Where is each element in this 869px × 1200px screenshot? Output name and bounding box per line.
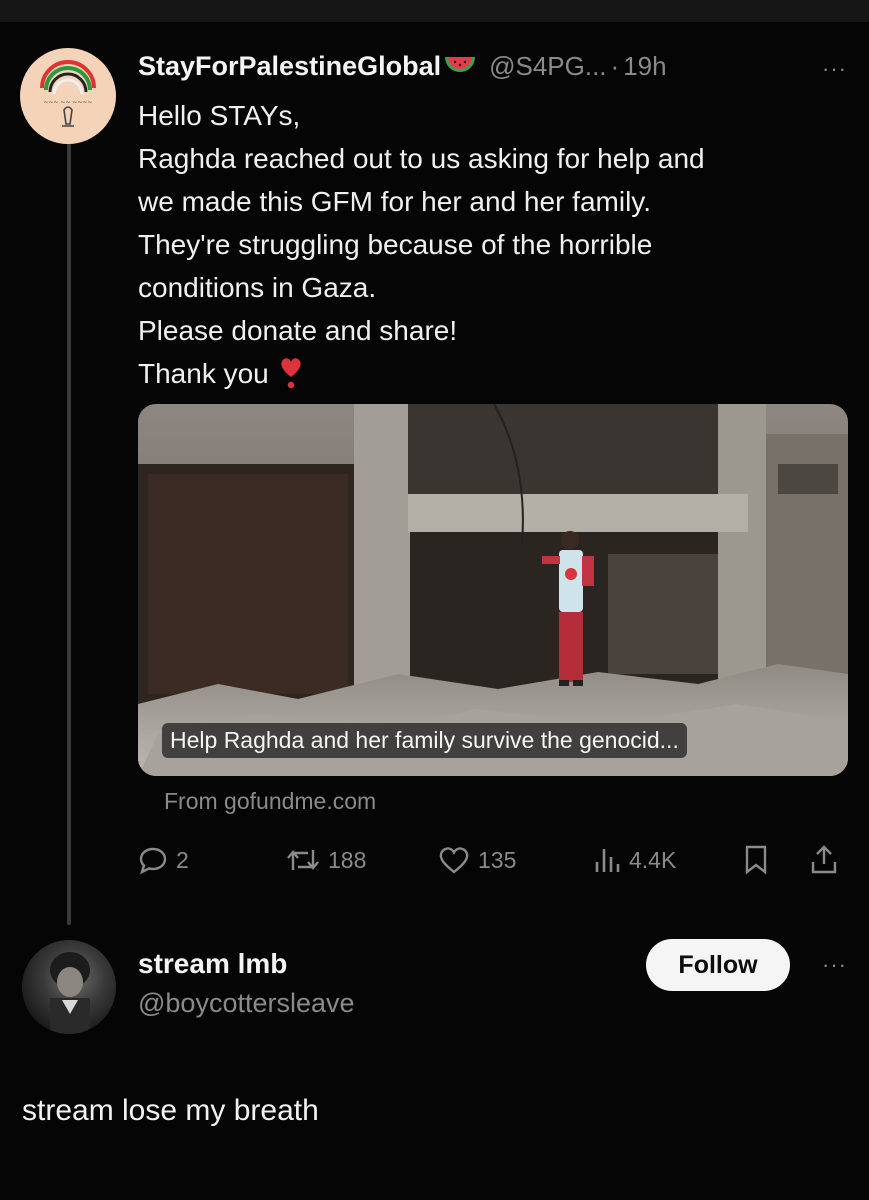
reply-text: stream lose my breath — [22, 1094, 319, 1127]
views-count: 4.4K — [629, 846, 677, 873]
meta-separator: · — [610, 50, 620, 81]
views-button[interactable]: 4.4K — [593, 840, 676, 880]
heart-icon — [439, 847, 469, 874]
author-handle[interactable]: @S4PG... — [489, 51, 606, 82]
share-button[interactable] — [810, 840, 846, 880]
svg-text:~~~ ~~ ~~~~: ~~~ ~~ ~~~~ — [43, 99, 92, 106]
reply-author-avatar[interactable] — [22, 940, 116, 1034]
author-name[interactable]: StayForPalestineGlobal — [138, 51, 441, 82]
like-count: 135 — [478, 846, 517, 873]
post-line-with-heart: Thank you — [138, 352, 850, 395]
views-chart-icon — [595, 849, 620, 872]
more-options-icon[interactable]: ··· — [822, 952, 847, 978]
reply-avatar-image — [50, 952, 90, 1034]
author-avatar[interactable]: ~~~ ~~ ~~~~ — [20, 48, 116, 144]
bookmark-button[interactable] — [743, 840, 777, 880]
post-header: StayForPalestineGlobal @S4PG... · 19h — [138, 46, 850, 86]
repost-button[interactable]: 188 — [286, 840, 366, 880]
repost-icon — [287, 850, 319, 870]
watermelon-icon — [445, 57, 476, 72]
heart-exclamation-icon — [280, 358, 301, 389]
more-options-icon[interactable]: ··· — [822, 56, 847, 82]
post-line: we made this GFM for her and her family. — [138, 186, 651, 217]
like-button[interactable]: 135 — [438, 840, 516, 880]
post-line: Please donate and share! — [138, 315, 458, 346]
post-line: Hello STAYs, — [138, 100, 301, 131]
repost-count: 188 — [328, 846, 367, 873]
share-icon — [811, 845, 837, 874]
post-line: They're struggling because of the horrib… — [138, 229, 653, 260]
post-line: Thank you — [138, 358, 269, 389]
status-bar — [0, 0, 869, 22]
link-card-caption[interactable]: Help Raghda and her family survive the g… — [162, 723, 687, 758]
thread-connector-line — [67, 140, 71, 925]
link-card[interactable]: Help Raghda and her family survive the g… — [138, 404, 848, 776]
reply-button[interactable]: 2 — [138, 840, 189, 880]
reply-author-handle[interactable]: @boycottersleave — [138, 988, 355, 1019]
reply-count: 2 — [176, 846, 189, 873]
post-timestamp[interactable]: 19h — [623, 51, 666, 82]
post-actions: 2 188 135 4.4K — [138, 840, 850, 880]
link-card-image — [138, 404, 848, 776]
reply-icon — [139, 847, 167, 875]
post-line: Raghda reached out to us asking for help… — [138, 143, 705, 174]
post-text: Hello STAYs, Raghda reached out to us as… — [138, 94, 850, 395]
post-line: conditions in Gaza. — [138, 272, 377, 303]
follow-button[interactable]: Follow — [646, 939, 790, 991]
link-source[interactable]: From gofundme.com — [164, 788, 376, 815]
avatar-logo-image: ~~~ ~~ ~~~~ — [40, 60, 96, 127]
reply-author-name[interactable]: stream lmb — [138, 948, 287, 980]
bookmark-icon — [745, 845, 767, 875]
